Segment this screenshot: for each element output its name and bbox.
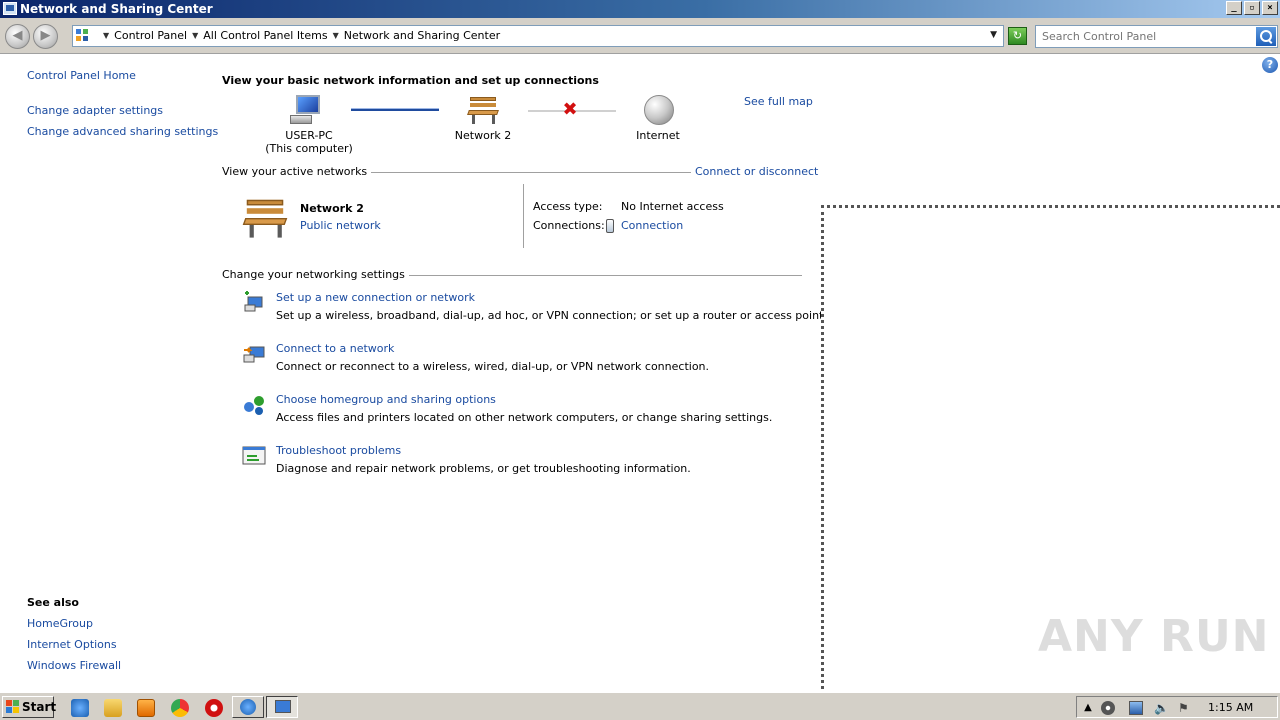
homegroup-icon: [242, 393, 266, 417]
search-box: [1035, 25, 1278, 48]
address-toolbar: ◀ ▶ ▼ Control Panel ▼ All Control Panel …: [0, 18, 1280, 54]
network-globe-icon: [240, 699, 256, 715]
address-bar[interactable]: ▼ Control Panel ▼ All Control Panel Item…: [72, 25, 1004, 47]
content-pane: ? Control Panel Home Change adapter sett…: [0, 55, 1280, 695]
troubleshoot-icon: [242, 444, 266, 468]
show-hidden-icons-icon[interactable]: ▲: [1081, 701, 1095, 715]
window-title: Network and Sharing Center: [20, 2, 213, 16]
taskbar-active-window[interactable]: [266, 696, 298, 718]
computer-icon[interactable]: [290, 95, 322, 125]
chevron-down-icon[interactable]: ▼: [192, 31, 198, 40]
bench-network-icon[interactable]: [467, 95, 500, 125]
control-panel-icon: [76, 29, 90, 43]
see-full-map-link[interactable]: See full map: [744, 95, 813, 108]
connect-or-disconnect-link[interactable]: Connect or disconnect: [691, 165, 819, 178]
see-also-homegroup[interactable]: HomeGroup: [27, 617, 93, 630]
red-x-icon[interactable]: ✖: [562, 101, 578, 119]
address-dropdown-icon[interactable]: ▼: [990, 30, 997, 40]
minimize-button[interactable]: _: [1226, 1, 1242, 15]
see-also-windows-firewall[interactable]: Windows Firewall: [27, 659, 121, 672]
network-type-link[interactable]: Public network: [300, 219, 381, 232]
computer-name: USER-PC: [285, 129, 333, 142]
see-also-heading: See also: [27, 596, 79, 609]
task-troubleshoot-desc: Diagnose and repair network problems, or…: [276, 462, 691, 475]
active-networks-label: View your active networks: [222, 165, 372, 178]
start-label: Start: [22, 700, 57, 714]
access-type-label: Access type:: [533, 200, 603, 213]
map-network-name: Network 2: [454, 129, 512, 142]
active-network-name: Network 2: [300, 202, 364, 215]
task-connect-network-link[interactable]: Connect to a network: [276, 342, 394, 355]
internet-globe-icon[interactable]: [644, 95, 674, 125]
page-title: View your basic network information and …: [222, 74, 599, 87]
taskbar-network-center[interactable]: [232, 696, 264, 718]
computer-subtitle: (This computer): [265, 142, 353, 155]
connect-network-icon: [242, 342, 266, 366]
task-new-connection-desc: Set up a wireless, broadband, dial-up, a…: [276, 309, 827, 322]
start-button[interactable]: Start: [2, 696, 57, 718]
bench-network-large-icon[interactable]: [242, 197, 289, 239]
settings-label: Change your networking settings: [222, 268, 409, 281]
opera-icon[interactable]: [205, 699, 223, 717]
help-icon[interactable]: ?: [1262, 57, 1278, 73]
breadcrumb-control-panel[interactable]: Control Panel: [114, 29, 187, 42]
back-button[interactable]: ◀: [5, 24, 30, 49]
map-internet-label: Internet: [636, 129, 680, 142]
chevron-down-icon[interactable]: ▼: [103, 31, 109, 40]
internet-explorer-icon[interactable]: [71, 699, 89, 717]
breadcrumb-all-items[interactable]: All Control Panel Items: [203, 29, 327, 42]
access-type-value: No Internet access: [621, 200, 724, 213]
map-computer-node: USER-PC (This computer): [262, 129, 356, 155]
network-tray-icon[interactable]: [1129, 701, 1143, 715]
action-center-flag-icon[interactable]: ⚑: [1178, 701, 1192, 715]
maximize-button[interactable]: ▫: [1244, 1, 1260, 15]
sidebar-control-panel-home[interactable]: Control Panel Home: [27, 69, 136, 82]
window-icon: [275, 700, 291, 713]
connection-link[interactable]: Connection: [621, 219, 683, 232]
ethernet-plug-icon: [606, 219, 614, 233]
chrome-icon[interactable]: [171, 699, 189, 717]
map-network-node: Network 2: [440, 129, 526, 142]
sidebar-change-advanced-sharing[interactable]: Change advanced sharing settings: [27, 125, 218, 138]
taskbar: Start ▲ 🔈 ⚑ 1:15 AM: [0, 692, 1280, 720]
task-connect-network-desc: Connect or reconnect to a wireless, wire…: [276, 360, 710, 373]
volume-icon[interactable]: 🔈: [1154, 701, 1169, 715]
map-internet-node: Internet: [622, 129, 694, 142]
breadcrumb-network-center[interactable]: Network and Sharing Center: [344, 29, 500, 42]
title-bar: Network and Sharing Center _ ▫ ×: [0, 0, 1280, 18]
clock[interactable]: 1:15 AM: [1208, 701, 1253, 714]
search-input[interactable]: [1037, 27, 1255, 46]
see-also-internet-options[interactable]: Internet Options: [27, 638, 117, 651]
connected-line: [351, 108, 439, 111]
close-button[interactable]: ×: [1262, 1, 1278, 15]
task-troubleshoot-link[interactable]: Troubleshoot problems: [276, 444, 401, 457]
task-homegroup-link[interactable]: Choose homegroup and sharing options: [276, 393, 496, 406]
vertical-divider: [523, 184, 524, 248]
tray-app-icon[interactable]: [1101, 701, 1115, 715]
search-icon[interactable]: [1256, 27, 1276, 46]
sidebar-change-adapter-settings[interactable]: Change adapter settings: [27, 104, 163, 117]
breadcrumb: ▼ Control Panel ▼ All Control Panel Item…: [98, 29, 500, 42]
folder-icon[interactable]: [104, 699, 122, 717]
network-center-icon: [3, 2, 17, 15]
anyrun-watermark: ANY RUN: [1038, 611, 1270, 662]
connections-label: Connections:: [533, 219, 605, 232]
new-connection-icon: [242, 291, 266, 315]
windows-flag-icon: [6, 700, 20, 714]
window-controls: _ ▫ ×: [1226, 1, 1278, 15]
task-homegroup-desc: Access files and printers located on oth…: [276, 411, 773, 424]
refresh-button[interactable]: ↻: [1008, 27, 1027, 45]
task-new-connection-link[interactable]: Set up a new connection or network: [276, 291, 475, 304]
forward-button[interactable]: ▶: [33, 24, 58, 49]
chevron-down-icon[interactable]: ▼: [333, 31, 339, 40]
media-player-icon[interactable]: [137, 699, 155, 717]
